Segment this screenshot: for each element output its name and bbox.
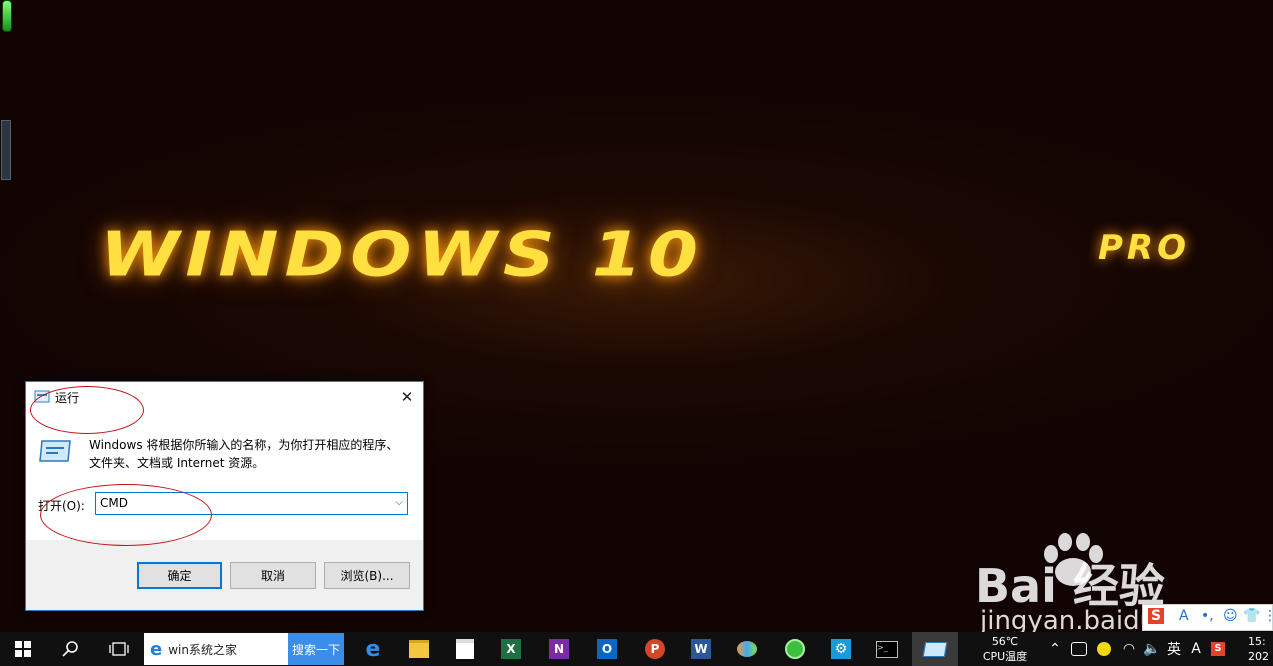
start-button[interactable]	[0, 632, 46, 666]
run-dialog: 运行 ✕ Windows 将根据你所输入的名称，为你打开相应的程序、文件夹、文档…	[25, 381, 424, 611]
cpu-temp-label: CPU温度	[982, 650, 1028, 663]
wallpaper-edition: PRO	[1098, 228, 1191, 268]
run-app-icon	[39, 440, 71, 462]
cpu-temp-value: 56℃	[991, 635, 1019, 648]
sogou-icon[interactable]: S	[1148, 608, 1165, 624]
dialog-footer: 确定 取消 浏览(B)...	[26, 540, 423, 610]
ie-icon: e	[150, 638, 163, 660]
cpu-temperature[interactable]: 56℃ CPU温度	[972, 632, 1038, 666]
emoji-icon[interactable]: ☺	[1223, 608, 1238, 624]
360-icon[interactable]	[772, 632, 818, 666]
onenote-icon[interactable]: N	[536, 632, 582, 666]
cancel-button[interactable]: 取消	[230, 562, 316, 589]
clock-time: 15:	[1248, 635, 1266, 648]
web-search-input[interactable]: e win系统之家	[144, 633, 288, 665]
ime-mode-icon[interactable]: A	[1179, 608, 1189, 624]
ime-language-icon[interactable]: 英	[1164, 632, 1184, 666]
store-icon[interactable]	[442, 632, 488, 666]
task-view-glyph-icon	[109, 642, 129, 656]
volume-icon[interactable]: 🔈	[1142, 632, 1162, 666]
word-icon[interactable]: W	[678, 632, 724, 666]
edge-icon[interactable]: e	[350, 632, 396, 666]
font-icon[interactable]: A	[1186, 632, 1206, 666]
search-text[interactable]: win系统之家	[168, 641, 237, 658]
system-clock[interactable]: 15: 202	[1248, 632, 1273, 666]
dialog-description: Windows 将根据你所输入的名称，为你打开相应的程序、文件夹、文档或 Int…	[89, 438, 399, 470]
settings-icon[interactable]: ⚙	[818, 632, 864, 666]
terminal-icon[interactable]: >_	[864, 632, 910, 666]
windows-logo-icon	[15, 641, 31, 657]
clock-date: 202	[1248, 650, 1269, 663]
run-taskbar-icon[interactable]	[912, 632, 958, 666]
paint-icon[interactable]	[724, 632, 770, 666]
annotation-ellipse-title	[30, 386, 144, 434]
chevron-up-icon[interactable]: ⌃	[1046, 632, 1064, 666]
magnifier-icon	[62, 641, 78, 657]
close-icon[interactable]: ✕	[391, 382, 423, 412]
punctuation-icon[interactable]: •,	[1201, 608, 1214, 624]
ime-toolbar: S A •, ☺ 👕 ⋮	[1142, 604, 1273, 631]
taskbar: e win系统之家 搜索一下 e X N O P W ⚙ >_ 56℃ CPU温…	[0, 632, 1273, 666]
browse-button[interactable]: 浏览(B)...	[324, 562, 410, 589]
qq-icon[interactable]	[1094, 632, 1114, 666]
tray-app-icon[interactable]	[1068, 632, 1090, 666]
chevron-down-icon[interactable]: ⌵	[395, 497, 403, 508]
gadget-side-bar	[1, 120, 11, 180]
search-button[interactable]: 搜索一下	[288, 633, 344, 665]
wallpaper-title: WINDOWS 10	[100, 218, 704, 290]
outlook-icon[interactable]: O	[584, 632, 630, 666]
excel-icon[interactable]: X	[488, 632, 534, 666]
wifi-icon[interactable]: ◠	[1118, 632, 1140, 666]
search-icon[interactable]	[48, 632, 94, 666]
powerpoint-icon[interactable]: P	[632, 632, 678, 666]
sogou-tray-icon[interactable]: S	[1208, 632, 1228, 666]
skin-icon[interactable]: 👕	[1243, 608, 1260, 624]
ok-button[interactable]: 确定	[137, 562, 222, 589]
more-icon[interactable]: ⋮	[1263, 608, 1273, 624]
annotation-ellipse-input	[40, 484, 212, 546]
file-explorer-icon[interactable]	[396, 632, 442, 666]
task-view-icon[interactable]	[96, 632, 142, 666]
gadget-battery-indicator	[2, 0, 12, 32]
